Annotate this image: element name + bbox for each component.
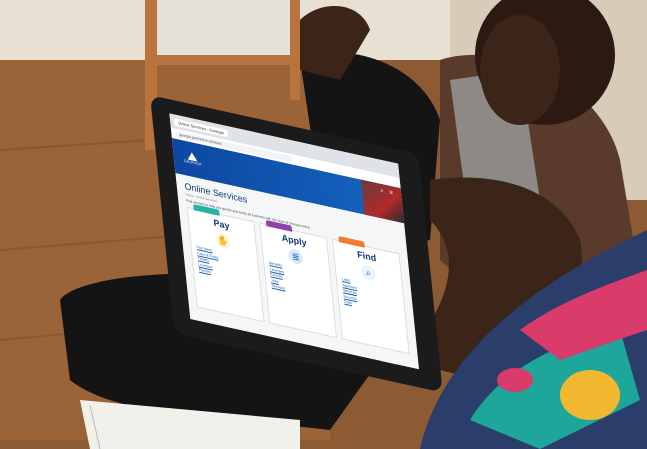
- card-pay: Pay ✋ Pay taxes Fees & Fines Tickets Lic…: [186, 204, 265, 323]
- menu-icon[interactable]: ≡: [389, 190, 396, 197]
- card-find: Find ⌕ Laws Agencies Services Records Da…: [331, 235, 410, 355]
- site-logo[interactable]: GEORGIA: [181, 150, 205, 173]
- document-icon: ≣: [288, 248, 304, 266]
- hand-payment-icon: ✋: [215, 232, 231, 250]
- tablet-screen: Online Services - Georgia georgia.gov/on…: [169, 113, 420, 370]
- photo-scene: Online Services - Georgia georgia.gov/on…: [0, 0, 647, 449]
- search-icon[interactable]: ⌕: [380, 188, 387, 195]
- card-apply: Apply ≣ Benefits Licenses Permits Jobs S…: [259, 219, 338, 339]
- search-icon: ⌕: [360, 263, 377, 282]
